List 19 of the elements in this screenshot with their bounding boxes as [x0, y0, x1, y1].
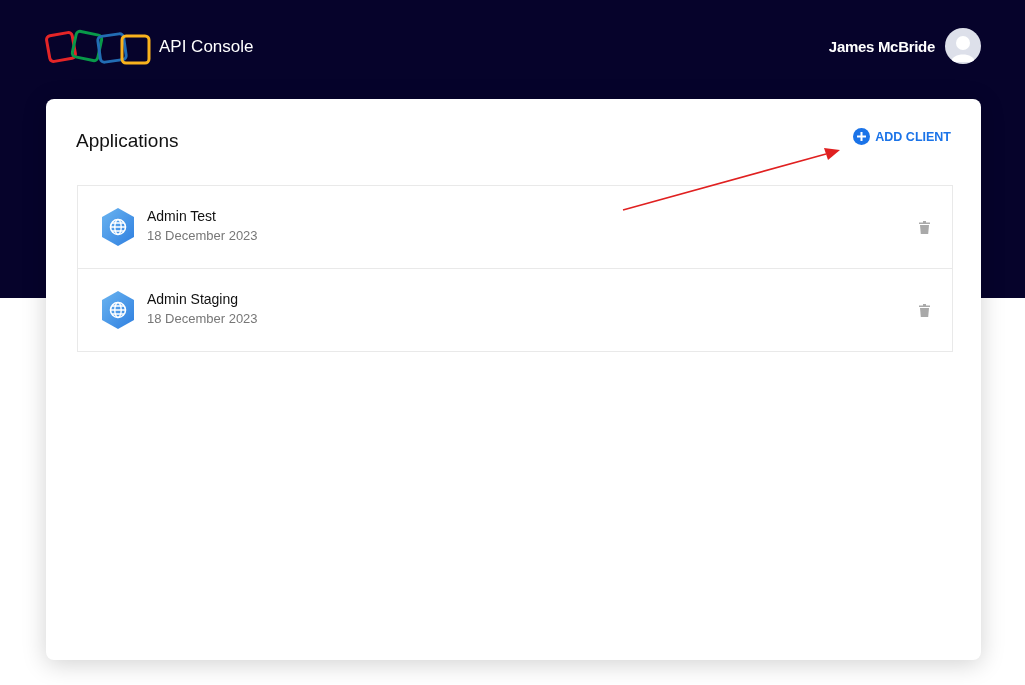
application-row[interactable]: Admin Test 18 December 2023 [78, 186, 952, 269]
user-name[interactable]: James McBride [828, 37, 935, 55]
avatar[interactable] [945, 28, 981, 64]
trash-icon [919, 220, 930, 234]
panel-title: Applications [76, 130, 179, 152]
add-client-button[interactable]: ADD CLIENT [853, 128, 951, 145]
application-name: Admin Staging [147, 290, 240, 307]
globe-icon [100, 290, 136, 330]
application-name: Admin Test [147, 207, 217, 224]
globe-icon [100, 207, 136, 247]
app-title: API Console [159, 37, 254, 57]
delete-button[interactable] [919, 303, 930, 317]
plus-icon [853, 128, 871, 145]
application-date: 18 December 2023 [147, 310, 259, 326]
logo-icon [45, 29, 151, 65]
application-date: 18 December 2023 [147, 227, 259, 243]
application-row[interactable]: Admin Staging 18 December 2023 [78, 269, 952, 351]
trash-icon [919, 303, 930, 317]
delete-button[interactable] [919, 220, 930, 234]
